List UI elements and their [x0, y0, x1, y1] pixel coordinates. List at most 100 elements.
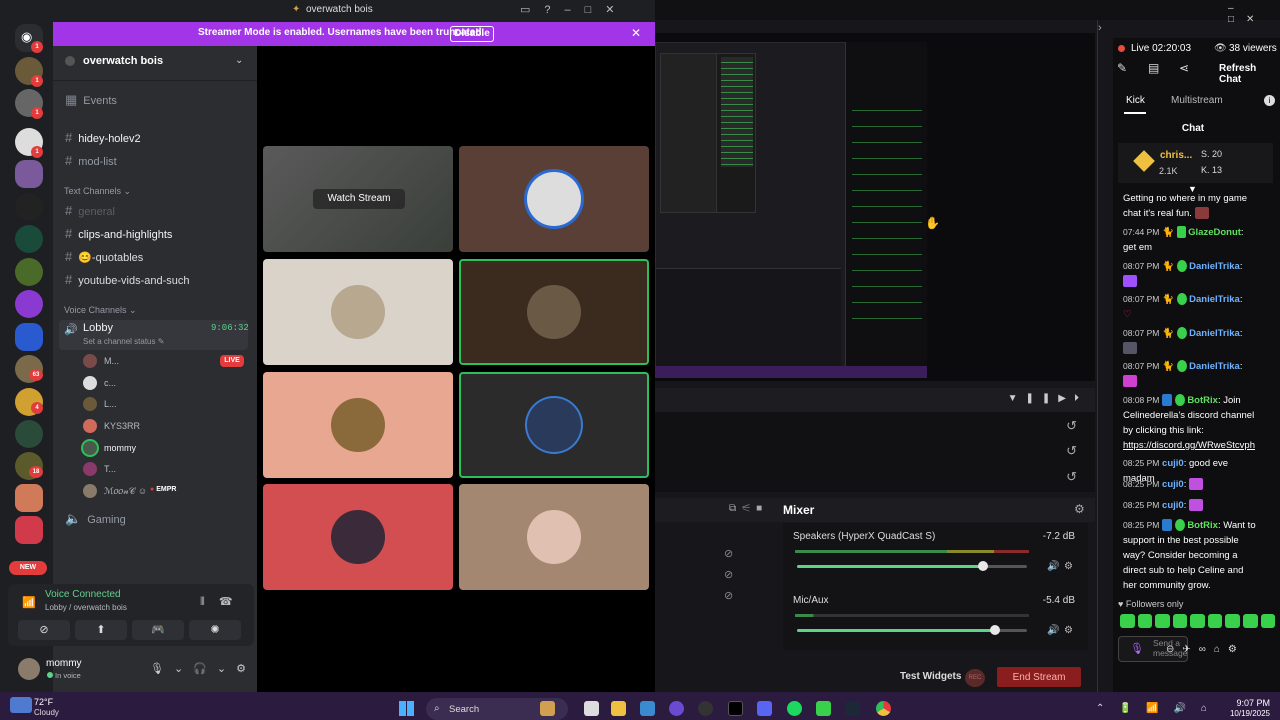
participant-tile-speaking[interactable]	[459, 372, 649, 478]
avatar[interactable]	[83, 354, 97, 368]
text-channels-category[interactable]: Text Channels ⌄	[64, 186, 131, 197]
screen-share-button[interactable]: ⬆	[75, 620, 127, 640]
voice-user-name[interactable]: L...	[104, 399, 117, 409]
participant-tile[interactable]	[263, 259, 453, 365]
mixer-tools-icon[interactable]: ⧉⚟■	[729, 503, 768, 514]
server-name[interactable]: overwatch bois	[83, 55, 163, 67]
share-icon[interactable]: ⋖	[1179, 61, 1189, 75]
chevron-right-icon[interactable]: ›	[1098, 22, 1102, 34]
voice-user-name[interactable]: T...	[104, 464, 116, 474]
voice-user-name[interactable]: mommy	[104, 443, 136, 453]
voice-connected-title[interactable]: Voice Connected	[45, 589, 121, 600]
app-icon[interactable]	[669, 701, 684, 716]
emote-icon[interactable]	[1260, 614, 1276, 628]
reset-icon[interactable]: ↺	[1066, 443, 1077, 459]
reset-icon[interactable]: ↺	[1066, 418, 1077, 434]
username[interactable]: mommy	[46, 658, 82, 669]
events-item[interactable]: ▦ Events	[65, 92, 117, 108]
weather-temp[interactable]: 72°F	[34, 697, 53, 707]
emote-icon[interactable]	[1225, 614, 1240, 628]
eye-off-icon[interactable]: ⊘	[724, 589, 733, 602]
disable-streamer-mode-button[interactable]: Disable	[450, 26, 494, 42]
avatar[interactable]	[83, 419, 97, 433]
eye-off-icon[interactable]: ⊘	[724, 568, 733, 581]
emote-icon[interactable]	[1190, 614, 1205, 628]
volume-fader[interactable]	[797, 565, 1027, 568]
avatar[interactable]	[83, 397, 97, 411]
watch-stream-button[interactable]: Watch Stream	[313, 189, 405, 209]
refresh-chat-button[interactable]: Refresh Chat	[1219, 63, 1280, 85]
window-controls-icon[interactable]: –□✕	[1228, 3, 1280, 25]
server-icon[interactable]	[15, 160, 43, 188]
voice-user-name[interactable]: c...	[104, 378, 116, 388]
voice-user-name[interactable]: ℳ𝑜𝑜𝓃𝒞 ☺	[104, 486, 147, 497]
reset-icon[interactable]: ↺	[1066, 469, 1077, 485]
channel-youtube-vids[interactable]: # youtube-vids-and-such	[65, 272, 190, 287]
chat-actions-icon[interactable]: ⊖✈∞⌂⚙	[1166, 644, 1245, 655]
kick-icon[interactable]	[816, 701, 831, 716]
server-icon[interactable]	[15, 484, 43, 512]
server-icon[interactable]	[15, 225, 43, 253]
channel-clips-and-highlights[interactable]: # clips-and-highlights	[65, 226, 172, 241]
channel-mod-list[interactable]: # mod-list	[65, 153, 117, 168]
voice-user-name[interactable]: KYS3RR	[104, 421, 140, 431]
tab-multistream[interactable]: Multistream	[1171, 95, 1223, 106]
speaker-icon[interactable]: 🔊	[1047, 625, 1059, 636]
spotify-icon[interactable]	[787, 701, 802, 716]
avatar[interactable]	[83, 462, 97, 476]
voice-channels-category[interactable]: Voice Channels ⌄	[64, 305, 137, 316]
fader-knob[interactable]	[989, 625, 1000, 635]
obs-icon[interactable]	[698, 701, 713, 716]
gear-icon[interactable]: ⚙	[1064, 561, 1073, 572]
discord-icon[interactable]	[757, 701, 772, 716]
record-button[interactable]: REC	[965, 669, 985, 687]
window-controls-icon[interactable]: ▭?–□✕	[520, 3, 629, 16]
app-icon[interactable]	[640, 701, 655, 716]
app-icon[interactable]	[540, 701, 555, 716]
taskview-icon[interactable]	[584, 701, 599, 716]
gear-icon[interactable]: ⚙	[1064, 625, 1073, 636]
filter-pause-skip-volume-icon[interactable]: ▼❚❚▶⏵	[1008, 393, 1087, 404]
mic-headset-settings-icon[interactable]: 🎙⌄🎧⌄⚙	[150, 662, 256, 675]
participant-tile[interactable]	[459, 484, 649, 590]
clipboard-icon[interactable]: ▤	[1148, 61, 1159, 75]
channel-quotables[interactable]: # 😊-quotables	[65, 249, 143, 264]
soundboard-button[interactable]: ✺	[189, 620, 241, 640]
end-stream-button[interactable]: End Stream	[997, 667, 1081, 687]
windows-start-icon[interactable]	[399, 701, 414, 716]
microphone-icon[interactable]: 🎙	[1130, 642, 1144, 655]
avatar[interactable]	[83, 484, 97, 498]
avatar[interactable]	[18, 658, 40, 680]
emote-icon[interactable]	[1137, 614, 1153, 628]
pencil-icon[interactable]: ✎	[1117, 61, 1127, 75]
discord-invite-link[interactable]: https://discord.gg/WRweStcvph	[1123, 440, 1255, 451]
close-icon[interactable]: ✕	[631, 26, 641, 40]
activity-button[interactable]: 🎮	[132, 620, 184, 640]
server-icon[interactable]	[15, 258, 43, 286]
panel-divider[interactable]	[1097, 20, 1098, 692]
test-widgets-button[interactable]: Test Widgets	[900, 671, 961, 682]
noise-disconnect-icon[interactable]: ⦀☎	[200, 595, 247, 609]
camera-off-button[interactable]: ⊘	[18, 620, 70, 640]
chevron-down-icon[interactable]: ⌄	[235, 55, 243, 66]
server-icon[interactable]	[15, 290, 43, 318]
avatar[interactable]	[83, 441, 97, 455]
voice-channel-gaming[interactable]: 🔈 Gaming	[65, 511, 126, 527]
tab-kick[interactable]: Kick	[1126, 95, 1145, 106]
emote-icon[interactable]	[1120, 614, 1135, 628]
weather-condition[interactable]: Cloudy	[34, 708, 59, 717]
emote-icon[interactable]	[1207, 614, 1223, 628]
stream-tile[interactable]: Watch Stream	[263, 146, 453, 252]
eye-off-icon[interactable]: ⊘	[724, 547, 733, 560]
signal-icon[interactable]: 📶	[22, 596, 36, 609]
new-badge[interactable]: NEW	[9, 561, 47, 575]
emote-icon[interactable]	[1172, 614, 1188, 628]
server-icon[interactable]	[15, 516, 43, 544]
file-explorer-icon[interactable]	[611, 701, 626, 716]
participant-tile[interactable]	[459, 146, 649, 252]
participant-tile-speaking[interactable]	[459, 259, 649, 365]
channel-general[interactable]: # general	[65, 203, 115, 218]
system-tray-icons[interactable]: ⌃ 🔋 📶 🔊 ⌂	[1096, 703, 1213, 714]
gear-icon[interactable]: ⚙	[1074, 502, 1085, 516]
server-icon[interactable]	[15, 323, 43, 351]
